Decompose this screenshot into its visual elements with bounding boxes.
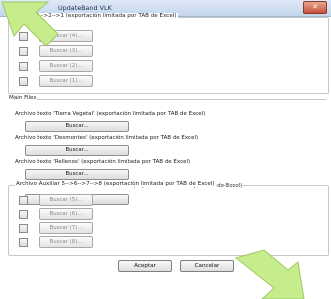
file-label-tierra-vegetal: Archivo texto 'Tierra Vegetal' (exportac… [15,111,206,117]
buscar-6-button[interactable]: Buscar (6)... [39,208,93,220]
file-label-rellenos: Archivo texto 'Rellenos' (exportación li… [15,159,191,165]
green-arrow-icon [234,249,305,299]
buscar-desmontes-button[interactable]: Buscar... [25,145,129,156]
window-title: UpdateBand VLK [58,4,112,12]
accept-button[interactable]: Aceptar [118,260,172,272]
buscar-tierra-vegetal-button[interactable]: Buscar... [25,121,129,132]
file-label-desmontes: Archivo texto 'Desmontes' (exportación l… [15,135,199,141]
aux-checkbox-6[interactable] [19,210,28,219]
main-files-legend: Main Files [8,95,38,101]
buscar-7-button[interactable]: Buscar (7)... [39,222,93,234]
window-close-button[interactable]: ✕ [303,1,327,14]
buscar-rellenos-button[interactable]: Buscar... [25,169,129,180]
aux-checkbox-8[interactable] [19,238,28,247]
aux-checkbox-5[interactable] [19,196,28,205]
buscar-8-button[interactable]: Buscar (8)... [39,236,93,248]
aux-checkbox-2[interactable] [19,62,28,71]
aux-checkbox-1[interactable] [19,77,28,86]
aux-files-bottom-group: Archivo Auxiliar 5-->6-->7-->8 (exportac… [8,181,329,256]
buscar-2-button[interactable]: Buscar (2)... [39,60,93,72]
cancel-button[interactable]: Cancelar [180,260,234,272]
green-arrow-icon [1,1,59,47]
aux-bottom-legend: Archivo Auxiliar 5-->6-->7-->8 (exportac… [15,181,216,187]
buscar-5-button[interactable]: Buscar (5)... [39,194,93,206]
buscar-1-button[interactable]: Buscar (1)... [39,75,93,87]
aux-checkbox-7[interactable] [19,224,28,233]
